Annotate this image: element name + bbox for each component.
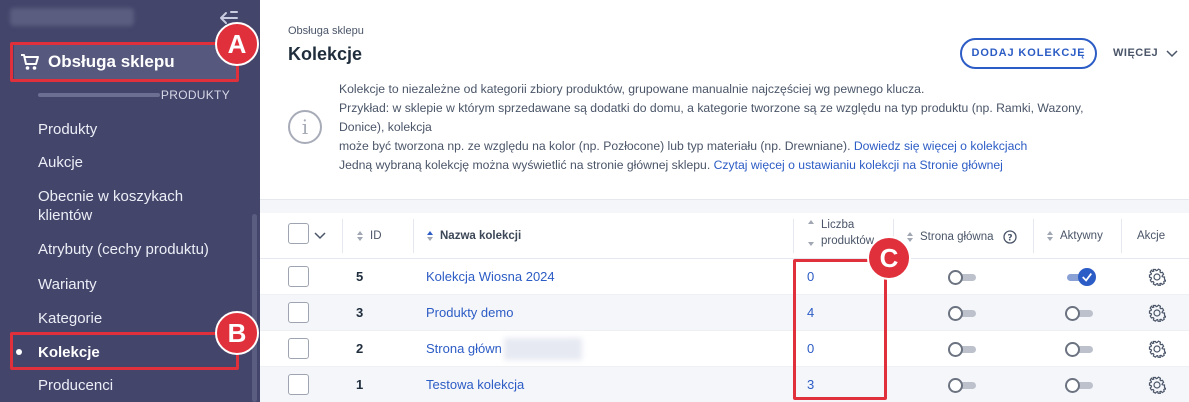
active-toggle[interactable]	[1065, 306, 1095, 321]
sort-icon	[907, 232, 913, 242]
column-active-label: Aktywny	[1060, 230, 1103, 243]
breadcrumb[interactable]: Obsługa sklepu	[288, 25, 364, 37]
column-divider	[342, 219, 343, 253]
svg-text:?: ?	[1007, 234, 1012, 244]
sidebar-item-atrybuty[interactable]: Atrybuty (cechy produktu)	[38, 240, 209, 259]
learn-more-collections-link[interactable]: Dowiedz się więcej o kolekcjach	[854, 139, 1027, 153]
callout-c-box	[793, 259, 887, 400]
info-box: Kolekcje to niezależne od kategorii zbio…	[339, 80, 1129, 175]
info-text-part: może być tworzona np. ze względu na kolo…	[339, 139, 851, 153]
table-row: 3 Produkty demo 4	[260, 295, 1189, 331]
table-header: ID Nazwa kolekcji Liczba produktów Stron…	[260, 213, 1189, 259]
table-row: 1 Testowa kolekcja 3	[260, 367, 1189, 402]
collection-name-link[interactable]: Produkty demo	[426, 305, 513, 320]
info-line: Przykład: w sklepie w którym sprzedawane…	[339, 101, 1084, 115]
row-checkbox[interactable]	[288, 302, 309, 323]
info-line: Kolekcje to niezależne od kategorii zbio…	[339, 82, 925, 96]
sidebar-subheading: PRODUKTY	[38, 88, 232, 104]
select-all-checkbox[interactable]	[288, 223, 309, 244]
info-icon: i	[288, 110, 322, 144]
help-icon[interactable]: ?	[1003, 230, 1017, 244]
column-actions: Akcje	[1137, 230, 1166, 242]
redacted-text	[504, 338, 582, 360]
subheading-divider	[38, 93, 160, 97]
sort-icon	[1047, 231, 1053, 241]
sidebar-item-koszyki[interactable]: Obecnie w koszykach klientów	[38, 187, 208, 225]
sort-icon	[808, 219, 814, 224]
info-line: Donice), kolekcja	[339, 120, 432, 134]
sidebar-item-kategorie[interactable]: Kategorie	[38, 309, 102, 328]
column-divider	[1033, 219, 1034, 253]
callout-a-box	[10, 42, 239, 82]
main-content: Obsługa sklepu Kolekcje DODAJ KOLEKCJĘ W…	[260, 0, 1189, 402]
more-menu-button[interactable]: WIĘCEJ	[1113, 47, 1178, 59]
table-row: 5 Kolekcja Wiosna 2024 0	[260, 259, 1189, 295]
homepage-toggle[interactable]	[948, 306, 978, 321]
column-name[interactable]: Nazwa kolekcji	[426, 230, 521, 242]
add-collection-button[interactable]: DODAJ KOLEKCJĘ	[960, 38, 1097, 69]
column-divider	[413, 219, 414, 253]
row-id: 1	[356, 377, 364, 392]
homepage-collection-help-link[interactable]: Czytaj więcej o ustawianiu kolekcji na S…	[714, 158, 1003, 172]
sort-icon	[427, 231, 433, 241]
chevron-down-icon[interactable]	[314, 230, 326, 240]
column-divider	[793, 219, 794, 253]
column-homepage-label: Strona główna	[920, 231, 994, 244]
more-menu-label: WIĘCEJ	[1113, 47, 1159, 59]
row-checkbox[interactable]	[288, 374, 309, 395]
column-count-label-1: Liczba	[821, 219, 855, 231]
gear-icon[interactable]	[1148, 376, 1166, 394]
row-id: 5	[356, 269, 364, 284]
row-id: 3	[356, 305, 364, 320]
sidebar-scrollbar[interactable]	[252, 214, 257, 402]
callout-b-box	[10, 332, 239, 370]
active-toggle[interactable]	[1065, 268, 1096, 286]
info-text-part: Jedną wybraną kolekcję można wyświetlić …	[339, 158, 711, 172]
column-count-label-2: produktów	[821, 235, 875, 247]
page-title: Kolekcje	[288, 44, 363, 64]
active-toggle[interactable]	[1065, 342, 1095, 357]
callout-a-badge: A	[215, 22, 259, 66]
callout-c-badge: C	[867, 236, 911, 280]
column-divider	[1121, 219, 1122, 253]
sidebar-item-produkty[interactable]: Produkty	[38, 120, 97, 139]
column-id-label: ID	[370, 230, 382, 243]
table-row: 2 Strona główn 0	[260, 331, 1189, 367]
column-active[interactable]: Aktywny	[1046, 230, 1103, 242]
row-id: 2	[356, 341, 364, 356]
collection-name-link[interactable]: Strona główn	[426, 341, 502, 356]
page-header: Obsługa sklepu Kolekcje DODAJ KOLEKCJĘ W…	[260, 0, 1189, 200]
sort-icon	[808, 241, 814, 246]
row-checkbox[interactable]	[288, 266, 309, 287]
active-toggle[interactable]	[1065, 378, 1095, 393]
info-line: Jedną wybraną kolekcję można wyświetlić …	[339, 156, 1129, 175]
subheading-label: PRODUKTY	[160, 88, 230, 102]
column-homepage[interactable]: Strona główna ?	[906, 230, 1017, 244]
shop-logo-blurred[interactable]	[10, 8, 134, 26]
gear-icon[interactable]	[1148, 340, 1166, 358]
homepage-toggle[interactable]	[948, 342, 978, 357]
callout-b-badge: B	[215, 311, 259, 355]
collection-name-link[interactable]: Kolekcja Wiosna 2024	[426, 269, 555, 284]
sidebar-item-aukcje[interactable]: Aukcje	[38, 153, 83, 172]
check-icon	[1082, 273, 1092, 282]
homepage-toggle[interactable]	[948, 378, 978, 393]
collection-name-link[interactable]: Testowa kolekcja	[426, 377, 524, 392]
gear-icon[interactable]	[1148, 304, 1166, 322]
sidebar-item-warianty[interactable]: Warianty	[38, 275, 97, 294]
sort-icon	[357, 231, 363, 241]
sidebar-item-producenci[interactable]: Producenci	[38, 376, 113, 395]
info-line: może być tworzona np. ze względu na kolo…	[339, 137, 1129, 156]
column-name-label: Nazwa kolekcji	[440, 230, 522, 243]
homepage-toggle[interactable]	[948, 270, 978, 285]
row-checkbox[interactable]	[288, 338, 309, 359]
gear-icon[interactable]	[1148, 268, 1166, 286]
column-id[interactable]: ID	[356, 230, 382, 242]
column-product-count[interactable]: Liczba produktów	[807, 217, 874, 249]
chevron-down-icon	[1166, 50, 1178, 58]
